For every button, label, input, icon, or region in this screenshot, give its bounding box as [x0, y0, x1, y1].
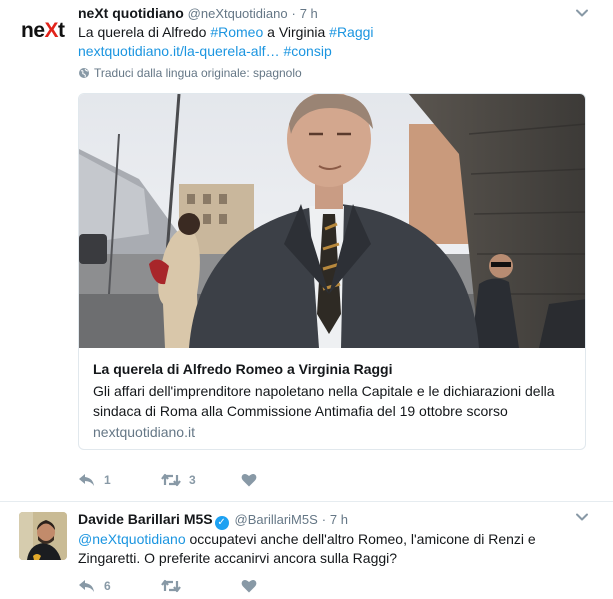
hashtag[interactable]: #consip [283, 43, 331, 59]
chevron-down-icon[interactable] [575, 6, 589, 20]
translate-label: Traduci dalla lingua originale: spagnolo [94, 66, 302, 80]
tweet-text: @neXtquotidiano occupatevi anche dell'al… [78, 531, 536, 566]
retweet-button[interactable]: 3 [161, 470, 196, 490]
verified-badge-icon: ✓ [214, 516, 229, 530]
tweet[interactable]: neXt neXt quotidiano @neXtquotidiano · 7… [0, 0, 613, 501]
reply-icon [79, 580, 94, 592]
reply-count: 1 [104, 473, 111, 487]
chevron-down-icon[interactable] [575, 510, 589, 524]
avatar-photo [19, 512, 67, 560]
author-name[interactable]: Davide Barillari M5S [78, 511, 213, 527]
author-handle[interactable]: @neXtquotidiano [188, 6, 288, 21]
retweet-button[interactable] [161, 576, 181, 596]
reply-icon [79, 474, 94, 486]
link-card[interactable]: La querela di Alfredo Romeo a Virginia R… [78, 93, 586, 450]
card-image [79, 94, 585, 348]
separator: · [291, 6, 296, 21]
translate-link[interactable]: Traduci dalla lingua originale: spagnolo [78, 66, 302, 80]
author-name[interactable]: neXt quotidiano [78, 5, 184, 21]
card-description: Gli affari dell'imprenditore napoletano … [93, 383, 555, 419]
globe-icon [79, 68, 89, 78]
card-title: La querela di Alfredo Romeo a Virginia R… [93, 361, 393, 377]
next-logo: neXt [21, 19, 65, 42]
tweet-header: Davide Barillari M5S ✓ @BarillariM5S · 7 … [78, 510, 348, 530]
tweet-header: neXt quotidiano @neXtquotidiano · 7 h [78, 4, 318, 22]
retweet-count: 3 [189, 473, 196, 487]
hashtag[interactable]: #Romeo [210, 24, 263, 40]
reply-button[interactable]: 1 [78, 470, 111, 490]
avatar[interactable] [19, 512, 67, 560]
timestamp[interactable]: 7 h [300, 6, 318, 21]
reply-count: 6 [104, 579, 111, 593]
tweet-text: La querela di Alfredo #Romeo a Virginia … [78, 24, 374, 59]
separator: · [321, 512, 327, 527]
like-button[interactable] [241, 470, 257, 490]
retweet-icon [161, 579, 181, 593]
heart-icon [241, 579, 257, 593]
like-button[interactable] [241, 576, 257, 596]
hashtag[interactable]: #Raggi [329, 24, 373, 40]
avatar[interactable]: neXt [19, 8, 67, 56]
tweet[interactable]: Davide Barillari M5S ✓ @BarillariM5S · 7 … [0, 501, 613, 599]
timestamp[interactable]: 7 h [330, 512, 348, 527]
mention[interactable]: @neXtquotidiano [78, 531, 186, 547]
author-handle[interactable]: @BarillariM5S [235, 512, 318, 527]
card-domain: nextquotidiano.it [93, 424, 195, 440]
tweet-url[interactable]: nextquotidiano.it/la-querela-alf… [78, 43, 280, 59]
heart-icon [241, 473, 257, 487]
reply-button[interactable]: 6 [78, 576, 111, 596]
retweet-icon [161, 473, 181, 487]
